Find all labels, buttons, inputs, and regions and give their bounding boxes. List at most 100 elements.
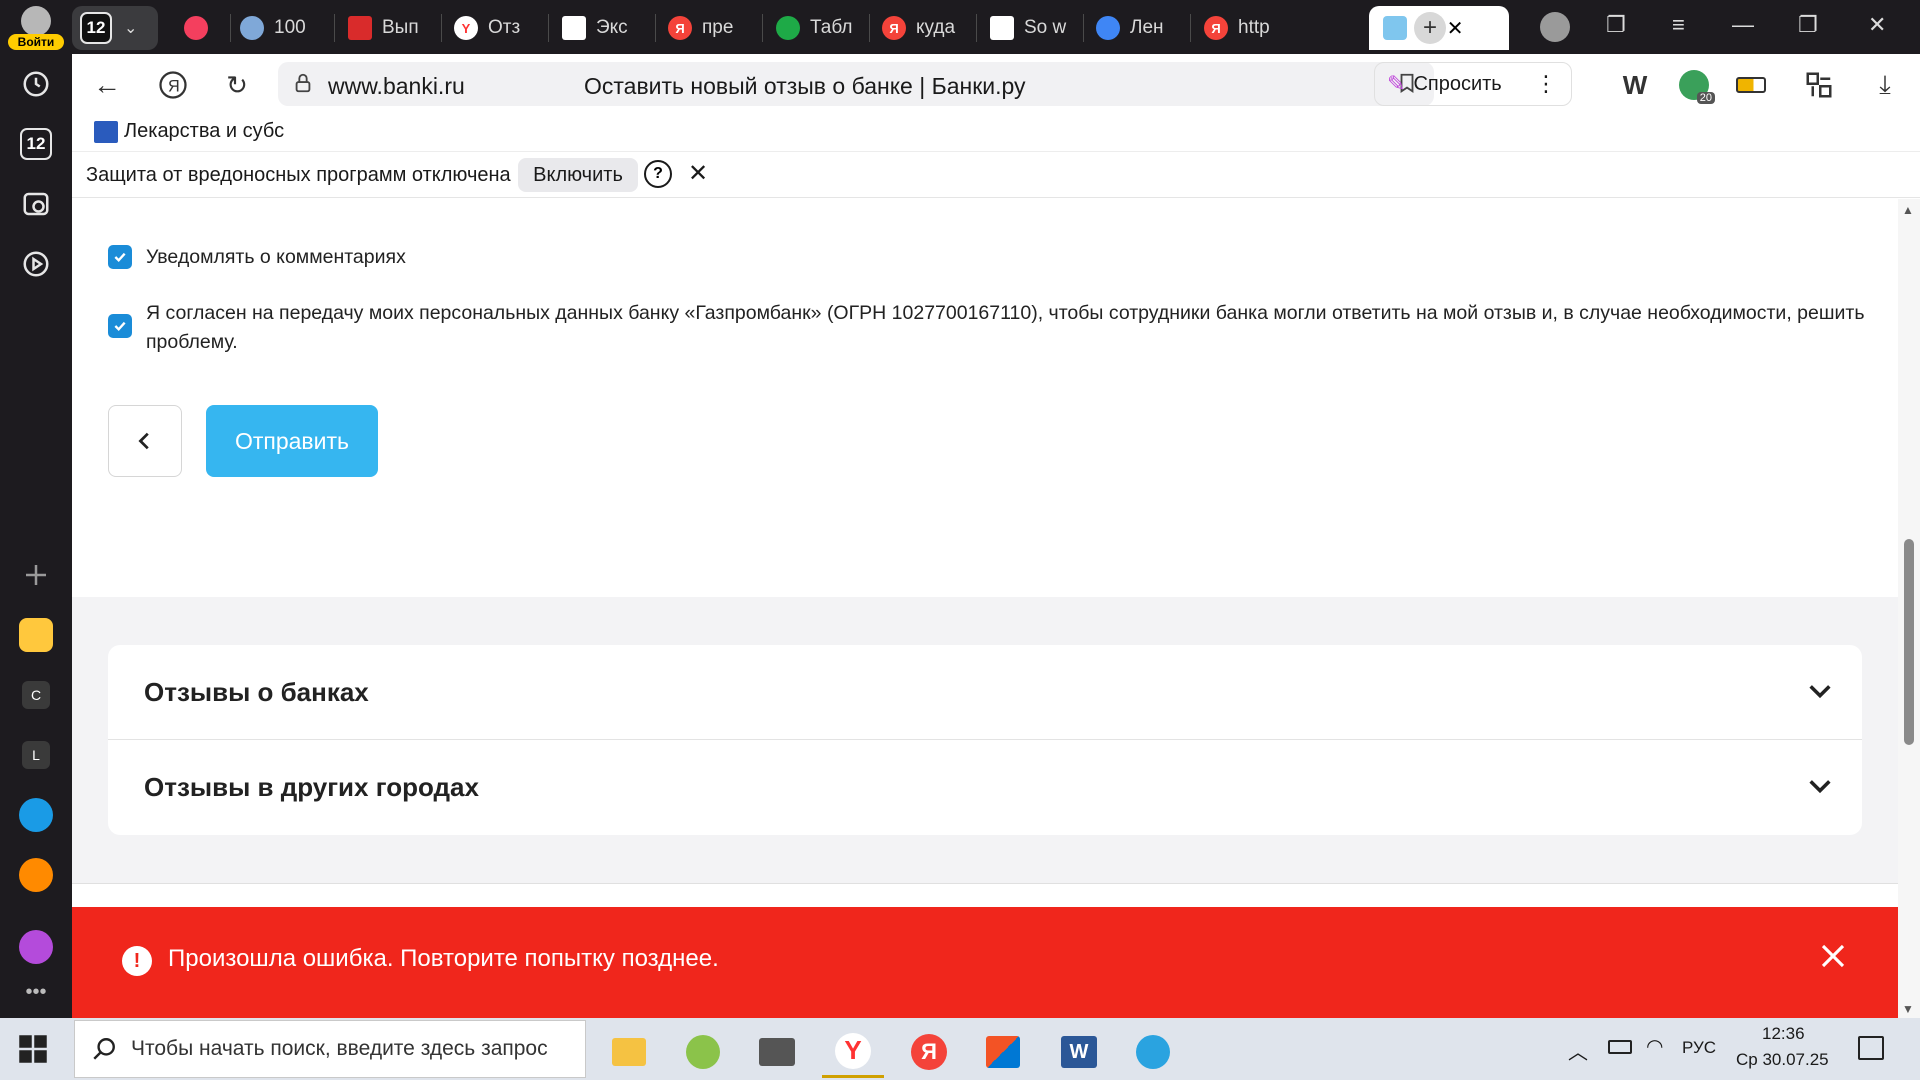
security-infobar: Защита от вредоносных программ отключена… (72, 152, 1920, 198)
help-icon[interactable]: ? (644, 160, 672, 188)
tab-4[interactable]: Экс (562, 10, 658, 46)
address-domain: www.banki.ru (328, 73, 465, 99)
login-button[interactable]: Войти (8, 4, 64, 50)
tab-pinned[interactable] (184, 10, 234, 46)
bookmark-item[interactable]: Лекарства и субс (94, 120, 284, 143)
close-window-icon[interactable]: ✕ (1868, 12, 1886, 38)
chevron-down-icon (1809, 685, 1831, 699)
app-blue-icon[interactable] (14, 793, 58, 837)
close-error-icon[interactable] (1818, 941, 1848, 971)
login-label: Войти (8, 34, 64, 50)
yandex-icon: Я (882, 16, 906, 40)
wifi-icon[interactable]: ◠ (1646, 1034, 1663, 1059)
add-panel-icon[interactable] (14, 553, 58, 597)
page-content: Уведомлять о комментариях Я согласен на … (72, 199, 1898, 1018)
app-c-icon[interactable]: C (14, 673, 58, 717)
screenshot-icon[interactable] (14, 182, 58, 226)
more-options-icon[interactable]: ⋮ (1535, 71, 1557, 97)
alice-icon[interactable] (14, 925, 58, 969)
clock-time[interactable]: 12:36 (1762, 1024, 1805, 1044)
wiki-extension-icon[interactable]: W (1620, 70, 1650, 100)
shield-extension-icon[interactable]: 20 (1674, 70, 1715, 104)
ask-icon: ✎ (1387, 71, 1406, 96)
favicon-icon (1096, 16, 1120, 40)
favicon-icon (562, 16, 586, 40)
tab-8[interactable]: So w (990, 10, 1086, 46)
language-indicator[interactable]: РУС (1682, 1038, 1716, 1058)
history-icon[interactable] (14, 62, 58, 106)
windows-start-icon[interactable] (18, 1034, 48, 1064)
emoji-app-icon[interactable] (672, 1026, 734, 1078)
notify-comments-checkbox[interactable] (108, 245, 132, 269)
taskbar-search-input[interactable]: Чтобы начать поиск, введите здесь запрос (74, 1020, 586, 1078)
battery-saver-icon[interactable] (1736, 70, 1766, 100)
mail-icon[interactable] (14, 853, 58, 897)
tab-6[interactable]: Табл (776, 10, 872, 46)
tab-3[interactable]: Y Отз (454, 10, 550, 46)
tab-2[interactable]: Вып (348, 10, 444, 46)
svg-text:Я: Я (168, 77, 180, 95)
error-message: Произошла ошибка. Повторите попытку позд… (168, 945, 719, 972)
tabs-count: 12 (20, 128, 52, 160)
word-icon[interactable]: W (1048, 1026, 1110, 1078)
yandex-app-icon[interactable]: Я (898, 1026, 960, 1078)
app-l-icon[interactable]: L (14, 733, 58, 777)
tab-5[interactable]: Я пре (668, 10, 764, 46)
scroll-thumb[interactable] (1904, 539, 1914, 745)
consent-checkbox[interactable] (108, 314, 132, 338)
chevron-left-icon (138, 432, 149, 450)
windows-taskbar: Чтобы начать поиск, введите здесь запрос… (0, 1018, 1920, 1080)
address-bar[interactable]: www.banki.ru Оставить новый отзыв о банк… (278, 62, 1434, 106)
notify-comments-row[interactable]: Уведомлять о комментариях (108, 243, 406, 272)
notifications-icon[interactable] (1858, 1036, 1884, 1060)
consent-row[interactable]: Я согласен на передачу моих персональных… (108, 299, 1868, 357)
scanner-app-icon[interactable] (746, 1026, 808, 1078)
reload-icon[interactable]: ↻ (222, 70, 252, 100)
pdf-icon (348, 16, 372, 40)
collections-icon[interactable]: ❐ (1606, 12, 1626, 38)
ask-alice-button[interactable]: ✎ Спросить ⋮ (1374, 62, 1572, 106)
enable-protection-button[interactable]: Включить (518, 158, 638, 192)
battery-icon[interactable] (1608, 1040, 1632, 1054)
favicon-icon (240, 16, 264, 40)
back-arrow-icon[interactable]: ← (92, 69, 122, 100)
divider (72, 883, 1898, 884)
telegram-icon[interactable] (1122, 1026, 1184, 1078)
infobar-message: Защита от вредоносных программ отключена (86, 164, 511, 186)
tab-1[interactable]: 100 (240, 10, 340, 46)
page-scrollbar[interactable]: ▲ ▼ (1898, 199, 1920, 1018)
file-explorer-icon[interactable] (598, 1026, 660, 1078)
close-tab-icon[interactable]: ✕ (1447, 16, 1464, 41)
tab-group-button[interactable]: 12 ⌄ (72, 6, 158, 50)
extensions-icon[interactable] (1804, 70, 1834, 100)
play-icon[interactable] (14, 242, 58, 286)
minimize-icon[interactable]: — (1732, 12, 1754, 38)
accordion-item-bank-reviews[interactable]: Отзывы о банках (108, 645, 1862, 739)
accordion-item-other-cities[interactable]: Отзывы в других городах (108, 740, 1862, 834)
chevron-down-icon (1809, 780, 1831, 794)
menu-icon[interactable]: ≡ (1672, 12, 1685, 38)
chevron-down-icon: ⌄ (124, 20, 138, 37)
restore-icon[interactable]: ❐ (1798, 12, 1818, 38)
scroll-down-icon[interactable]: ▼ (1902, 1002, 1914, 1016)
footer-links-section: Отзывы о банках Отзывы в других городах (72, 597, 1898, 883)
submit-button[interactable]: Отправить (206, 405, 378, 477)
new-tab-icon[interactable]: + (1414, 12, 1446, 44)
tab-7[interactable]: Я куда (882, 10, 978, 46)
tab-9[interactable]: Лен (1096, 10, 1192, 46)
tray-chevron-up-icon[interactable]: ︿ (1568, 1036, 1588, 1065)
back-button[interactable] (108, 405, 182, 477)
app-yellow-icon[interactable] (14, 613, 58, 657)
download-icon[interactable]: ⤓ (1870, 69, 1900, 100)
yandex-browser-taskbar-icon[interactable]: Y (822, 1026, 884, 1078)
error-banner: ! Произошла ошибка. Повторите попытку по… (72, 907, 1898, 1018)
tabs-counter-button[interactable]: 12 (14, 122, 58, 166)
scroll-up-icon[interactable]: ▲ (1902, 203, 1914, 217)
store-icon[interactable] (972, 1026, 1034, 1078)
clock-date[interactable]: Ср 30.07.25 (1736, 1050, 1829, 1070)
yandex-logo-icon[interactable]: Я (158, 70, 188, 100)
profile-icon[interactable] (1540, 12, 1570, 42)
more-icon[interactable]: ••• (14, 970, 58, 1014)
close-infobar-icon[interactable]: ✕ (688, 159, 708, 188)
tab-10[interactable]: Я http (1204, 10, 1300, 46)
